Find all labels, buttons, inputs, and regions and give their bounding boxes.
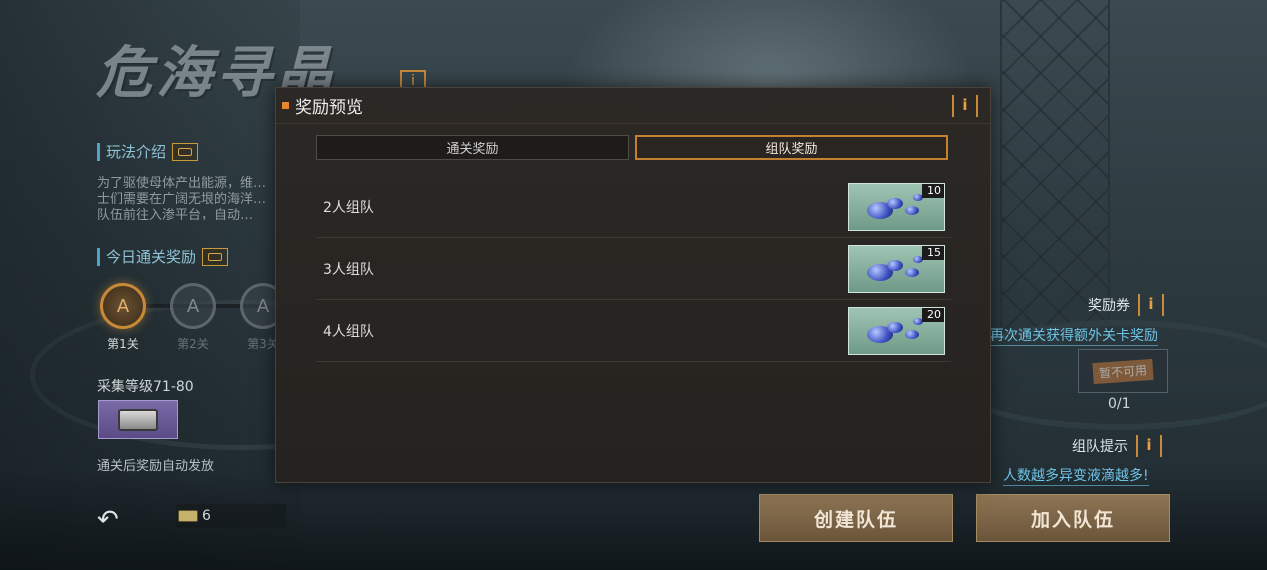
team-tip-label: 组队提示 [1072, 439, 1128, 455]
list-item: 4人组队 20 [316, 300, 951, 362]
stage-label: 第1关 [107, 337, 139, 351]
modal-info-icon[interactable]: i [952, 95, 978, 117]
reward-tabs: 通关奖励 组队奖励 [316, 135, 948, 160]
team-reward-list: 2人组队 10 3人组队 15 4人组队 20 [316, 176, 951, 362]
team-size-label: 3人组队 [323, 261, 374, 278]
daily-reward-heading: 今日通关奖励 [97, 246, 229, 267]
team-size-label: 4人组队 [323, 323, 374, 340]
ticket-count: 6 [202, 508, 211, 524]
reward-tag-icon[interactable] [202, 247, 229, 266]
reward-slot[interactable]: 20 [848, 307, 945, 355]
modal-title: 奖励预览 [295, 98, 363, 118]
list-item: 3人组队 15 [316, 238, 951, 300]
header-dot [282, 102, 289, 109]
tab-team-reward[interactable]: 组队奖励 [635, 135, 948, 160]
voucher-count: 0/1 [1108, 396, 1131, 412]
auto-reward-note: 通关后奖励自动发放 [97, 459, 215, 474]
team-tip-heading: 组队提示 i [1072, 435, 1162, 457]
chest-icon [118, 408, 158, 431]
reward-quantity: 15 [922, 246, 944, 260]
team-size-label: 2人组队 [323, 199, 374, 216]
video-tag-icon[interactable] [172, 142, 199, 161]
tab-clear-reward[interactable]: 通关奖励 [316, 135, 629, 160]
stage-1[interactable]: A 第1关 [97, 283, 149, 352]
signal-medal-icon: A [170, 283, 216, 329]
intro-heading-label: 玩法介绍 [106, 143, 167, 161]
reward-item-slot[interactable] [98, 400, 178, 439]
reward-quantity: 10 [922, 184, 944, 198]
stage-2[interactable]: A 第2关 [167, 283, 219, 352]
modal-header: 奖励预览 i [276, 88, 990, 124]
reward-preview-modal: 奖励预览 i 通关奖励 组队奖励 2人组队 10 3人组队 15 4人组队 20 [275, 87, 991, 483]
voucher-button-label: 暂不可用 [1092, 358, 1154, 384]
intro-text: 为了驱使母体产出能源，维…士们需要在广阔无垠的海洋…队伍前往入渗平台，自动… [97, 176, 267, 220]
signal-medal-icon: A [100, 283, 146, 329]
background-tower [1000, 0, 1110, 330]
ticket-counter: 6 [176, 504, 286, 528]
join-team-button[interactable]: 加入队伍 [976, 494, 1170, 542]
reward-quantity: 20 [922, 308, 944, 322]
back-button[interactable]: ↶ [97, 506, 131, 534]
heading-bar [97, 247, 100, 266]
heading-bar [97, 142, 100, 161]
team-tip-info-icon[interactable]: i [1136, 435, 1162, 457]
ticket-icon [178, 510, 198, 522]
daily-reward-heading-label: 今日通关奖励 [106, 248, 197, 266]
stage-progress: A 第1关 A 第2关 A 第3关 [97, 283, 286, 353]
gather-level: 采集等级71-80 [97, 379, 194, 395]
list-item: 2人组队 10 [316, 176, 951, 238]
stage-label: 第2关 [177, 337, 209, 351]
create-team-button[interactable]: 创建队伍 [759, 494, 953, 542]
voucher-label: 奖励券 [1088, 298, 1130, 314]
reward-slot[interactable]: 10 [848, 183, 945, 231]
team-tip-link[interactable]: 人数越多异变液滴越多! [1003, 465, 1149, 486]
voucher-link[interactable]: 再次通关获得额外关卡奖励 [990, 325, 1158, 346]
reward-slot[interactable]: 15 [848, 245, 945, 293]
intro-heading[interactable]: 玩法介绍 [97, 141, 199, 162]
voucher-use-button[interactable]: 暂不可用 [1078, 349, 1168, 393]
voucher-info-icon[interactable]: i [1138, 294, 1164, 316]
voucher-heading: 奖励券 i [1088, 294, 1164, 316]
